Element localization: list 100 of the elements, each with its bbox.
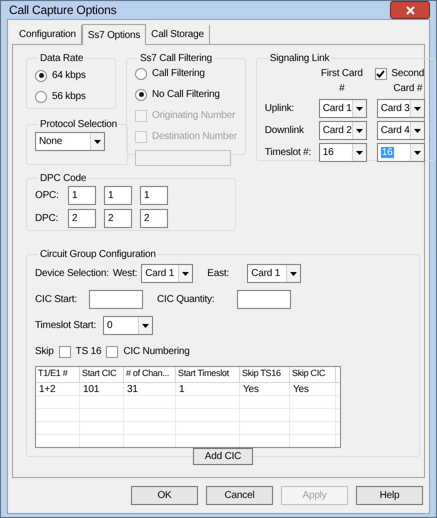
caret-icon xyxy=(290,272,298,276)
radio-label: 56 kbps xyxy=(52,90,86,104)
caret-icon xyxy=(414,150,421,154)
caret-icon xyxy=(94,140,101,144)
radio-button[interactable] xyxy=(135,68,147,80)
radio-label: Call Filtering xyxy=(152,67,205,81)
dropdown-arrow-button[interactable] xyxy=(410,122,424,139)
dropdown-arrow-button[interactable] xyxy=(352,100,366,117)
input-field[interactable] xyxy=(237,290,291,309)
column-header[interactable]: Start Timeslot xyxy=(176,367,240,382)
radio-button[interactable] xyxy=(35,70,47,82)
dropdown[interactable]: Card 1 xyxy=(318,99,367,118)
column-header[interactable]: Skip TS16 xyxy=(240,367,290,382)
caret-icon xyxy=(356,150,363,154)
input-field[interactable]: 1 xyxy=(68,186,96,205)
row-label: Downlink xyxy=(264,124,305,138)
dropdown-value: 0 xyxy=(107,320,112,331)
input-field[interactable]: 2 xyxy=(104,209,132,228)
table-cell: 1+2 xyxy=(36,383,80,395)
dropdown-arrow-button[interactable] xyxy=(178,265,192,282)
field-label: Skip xyxy=(35,345,54,359)
row-label: Uplink: xyxy=(264,102,295,116)
dropdown-value: Card 3 xyxy=(380,103,410,114)
tab[interactable]: Ss7 Options xyxy=(82,24,146,45)
table-cell: 31 xyxy=(124,383,176,395)
add-cic-button[interactable]: Add CIC xyxy=(193,448,253,465)
checkbox-label: Originating Number xyxy=(152,109,236,123)
window-title: Call Capture Options xyxy=(9,2,116,19)
dropdown-arrow-button[interactable] xyxy=(352,122,366,139)
radio-label: No Call Filtering xyxy=(152,88,220,102)
dropdown-arrow-button[interactable] xyxy=(410,144,424,161)
row-label: Timeslot #: xyxy=(264,146,312,160)
dropdown-value: Card 1 xyxy=(145,268,174,279)
checkbox-label: CIC Numbering xyxy=(123,345,190,359)
table-cell: Yes xyxy=(290,383,336,395)
dropdown[interactable]: Card 1 xyxy=(247,264,302,283)
dropdown-value: None xyxy=(39,136,62,147)
field-label: CIC Start: xyxy=(35,293,78,307)
caret-icon xyxy=(356,128,363,132)
input-field[interactable]: 1 xyxy=(104,186,132,205)
radio-button[interactable] xyxy=(35,90,47,102)
field-label: DPC: xyxy=(35,212,60,226)
dropdown[interactable]: Card 4 xyxy=(376,121,425,140)
group-title: DPC Code xyxy=(39,172,88,186)
input-field[interactable]: 2 xyxy=(140,209,168,228)
dropdown-arrow-button[interactable] xyxy=(90,133,104,150)
close-icon xyxy=(406,6,414,14)
radio-label: 64 kbps xyxy=(52,69,86,83)
dropdown[interactable]: None xyxy=(35,132,105,151)
checkbox[interactable] xyxy=(58,346,71,358)
caret-icon xyxy=(142,324,149,328)
dropdown-value: Card 4 xyxy=(380,125,410,136)
input-field[interactable]: 2 xyxy=(68,209,96,228)
dropdown-value: Card 1 xyxy=(251,268,280,279)
column-header[interactable]: Skip CIC xyxy=(290,367,336,382)
column-header: First Card # xyxy=(320,67,364,96)
dropdown[interactable]: 0 xyxy=(103,316,153,335)
group-title: Protocol Selection xyxy=(39,118,118,132)
radio-button[interactable] xyxy=(135,88,147,100)
dropdown-value: Card 2 xyxy=(322,125,352,136)
group-title: Circuit Group Configuration xyxy=(39,248,157,262)
dropdown-arrow-button[interactable] xyxy=(138,317,152,334)
dropdown-arrow-button[interactable] xyxy=(410,100,424,117)
table-cell: 1 xyxy=(176,383,240,395)
field-label: East: xyxy=(207,267,230,281)
input-field[interactable] xyxy=(89,290,143,309)
dropdown-arrow-button[interactable] xyxy=(286,265,300,282)
dropdown[interactable]: Card 3 xyxy=(376,99,425,118)
caret-icon xyxy=(414,128,421,132)
checkbox[interactable] xyxy=(106,346,118,358)
dropdown[interactable]: Card 2 xyxy=(318,121,367,140)
table-cell: Yes xyxy=(240,383,290,395)
dropdown-value: 16 xyxy=(380,147,394,158)
close-button[interactable] xyxy=(390,1,430,19)
column-header: Second Card # xyxy=(390,67,426,96)
dropdown[interactable]: 16 xyxy=(318,143,367,162)
column-header[interactable]: Start CIC xyxy=(80,367,124,382)
field-label: OPC: xyxy=(35,189,60,203)
dropdown[interactable]: Card 1 xyxy=(141,264,194,283)
caret-icon xyxy=(356,106,363,110)
input-field[interactable]: 1 xyxy=(140,186,168,205)
field-label: Timeslot Start: xyxy=(35,319,98,333)
checkbox-label: Destination Number xyxy=(152,130,237,144)
group-title: Signaling Link xyxy=(268,52,330,66)
checkbox[interactable] xyxy=(374,68,387,80)
dropdown-arrow-button[interactable] xyxy=(352,144,366,161)
caret-icon xyxy=(414,106,421,110)
dialog-button[interactable]: OK xyxy=(131,486,198,505)
column-header[interactable]: T1/E1 # xyxy=(36,367,80,382)
caret-icon xyxy=(182,272,190,276)
dialog-button[interactable]: Cancel xyxy=(206,486,273,505)
dropdown-value: Card 1 xyxy=(322,103,352,114)
field-label: CIC Quantity: xyxy=(157,293,216,307)
field-label: Device Selection: xyxy=(35,267,109,281)
checkbox-label: TS 16 xyxy=(76,345,102,359)
column-header[interactable]: # of Chan... xyxy=(124,367,176,382)
group-title: Ss7 Call Filtering xyxy=(139,52,213,66)
group-title: Data Rate xyxy=(39,52,84,66)
field-label: West: xyxy=(112,267,138,281)
dialog-button[interactable]: Help xyxy=(356,486,423,505)
